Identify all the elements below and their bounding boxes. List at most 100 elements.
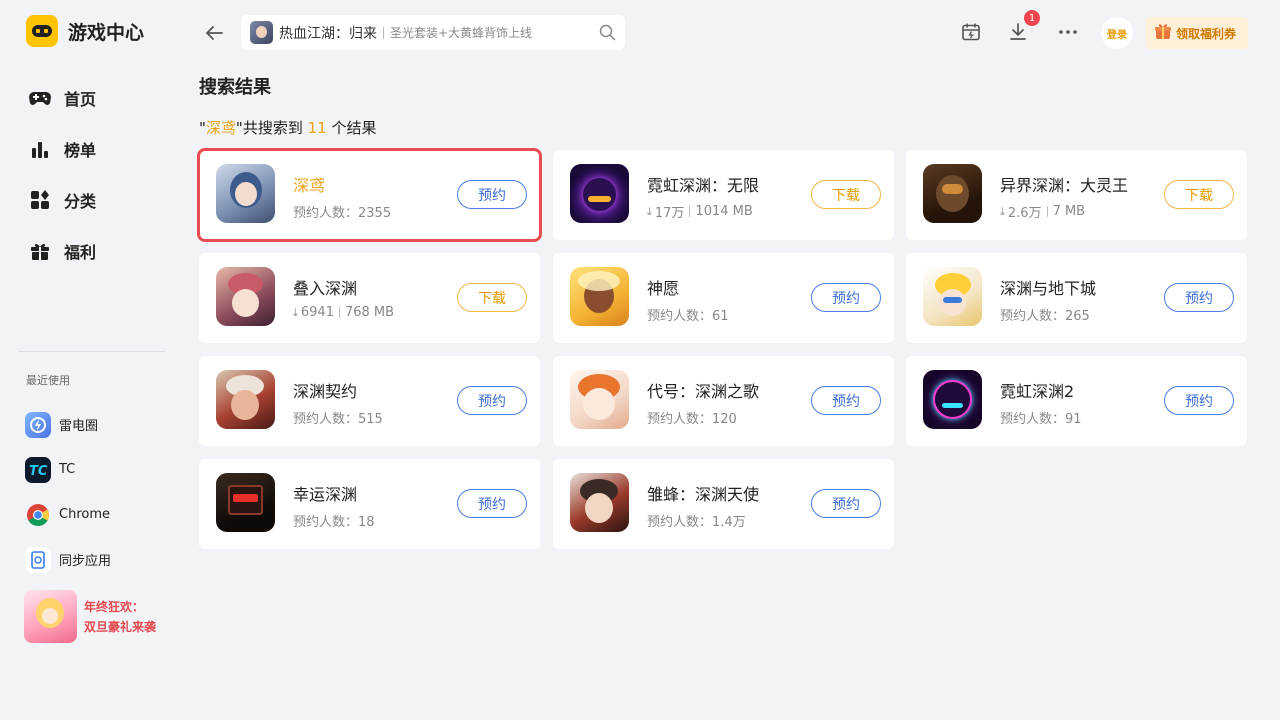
gift-icon xyxy=(28,239,52,263)
game-icon xyxy=(216,267,275,326)
reserve-button[interactable]: 预约 xyxy=(811,489,881,518)
sync-app-icon xyxy=(25,546,51,573)
sidebar-item-label: 首页 xyxy=(64,89,97,109)
sidebar-item-ranking[interactable]: 榜单 xyxy=(28,123,96,174)
chrome-icon xyxy=(25,502,51,528)
reserve-button[interactable]: 预约 xyxy=(457,489,527,518)
result-card[interactable]: 异界深渊：大灵王 ⤓ 2.6万 7 MB 下载 xyxy=(906,150,1247,240)
sidebar-item-category[interactable]: 分类 xyxy=(28,174,96,225)
game-name: 异界深渊：大灵王 xyxy=(1000,176,1129,195)
game-reservation-count: 预约人数：91 xyxy=(1000,412,1082,427)
promo-image xyxy=(24,590,77,643)
download-button[interactable]: 下载 xyxy=(811,180,881,209)
download-small-icon: ⤓ xyxy=(1000,204,1005,218)
game-icon xyxy=(923,370,982,429)
search-game-avatar xyxy=(250,21,273,44)
download-count-badge: 1 xyxy=(1024,10,1040,26)
result-card[interactable]: 叠入深渊 ⤓ 6941 768 MB 下载 xyxy=(199,253,540,343)
game-icon xyxy=(216,473,275,532)
search-suggestion-title: 热血江湖：归来 xyxy=(279,25,377,42)
result-card[interactable]: 霓虹深渊2 预约人数：91 预约 xyxy=(906,356,1247,446)
game-reservation-count: 预约人数：515 xyxy=(293,412,383,427)
game-reservation-count: 预约人数：265 xyxy=(1000,309,1090,324)
leidian-icon xyxy=(25,411,51,438)
sidebar-item-label: 分类 xyxy=(64,191,97,211)
game-icon xyxy=(216,370,275,429)
gift-box-icon xyxy=(1154,22,1172,44)
game-reservation-count: 预约人数：1.4万 xyxy=(647,515,746,530)
game-icon xyxy=(570,267,629,326)
download-button[interactable]: 下载 xyxy=(1164,180,1234,209)
search-suggestion-subtitle: 圣光套装+大黄蜂背饰上线 xyxy=(390,26,533,40)
result-card[interactable]: 霓虹深渊：无限 ⤓ 17万 1014 MB 下载 xyxy=(553,150,894,240)
sidebar-divider xyxy=(18,351,165,352)
reserve-button[interactable]: 预约 xyxy=(811,386,881,415)
more-icon[interactable] xyxy=(1056,20,1080,44)
game-name: 叠入深渊 xyxy=(293,279,358,298)
download-button[interactable]: 下载 xyxy=(457,283,527,312)
result-card[interactable]: 幸运深渊 预约人数：18 预约 xyxy=(199,459,540,549)
gamepad-icon xyxy=(28,86,52,110)
game-reservation-count: 预约人数：2355 xyxy=(293,206,392,221)
game-icon xyxy=(570,370,629,429)
sidebar-item-welfare[interactable]: 福利 xyxy=(28,225,96,276)
game-name: 代号：深渊之歌 xyxy=(647,382,760,401)
recent-item-label: 雷电圈 xyxy=(59,419,99,434)
reserve-button[interactable]: 预约 xyxy=(457,386,527,415)
recent-item-tc[interactable]: TC TC xyxy=(25,447,111,492)
coupon-label: 领取福利券 xyxy=(1176,26,1237,41)
sidebar-nav: 首页 榜单 分类 福利 xyxy=(28,72,96,276)
game-name: 深渊契约 xyxy=(293,382,358,401)
recent-item-leidian[interactable]: 雷电圈 xyxy=(25,402,111,447)
recent-item-chrome[interactable]: Chrome xyxy=(25,492,111,537)
game-name: 深渊与地下城 xyxy=(1000,279,1097,298)
recent-section-title: 最近使用 xyxy=(26,374,70,387)
search-icon[interactable] xyxy=(599,24,616,41)
app-title: 游戏中心 xyxy=(68,21,145,44)
game-name: 幸运深渊 xyxy=(293,485,358,504)
search-input[interactable]: 热血江湖：归来 圣光套装+大黄蜂背饰上线 xyxy=(241,15,625,50)
category-icon xyxy=(28,188,52,212)
game-icon xyxy=(570,473,629,532)
recent-item-label: Chrome xyxy=(59,507,110,522)
result-card[interactable]: 神愿 预约人数：61 预约 xyxy=(553,253,894,343)
game-icon xyxy=(923,267,982,326)
tc-icon: TC xyxy=(25,456,51,483)
game-stats: ⤓ 2.6万 7 MB xyxy=(1000,204,1086,221)
result-card[interactable]: 雏蜂：深渊天使 预约人数：1.4万 预约 xyxy=(553,459,894,549)
recent-apps-list: 雷电圈 TC TC Chrome 同步应用 xyxy=(25,402,111,582)
sidebar-item-label: 福利 xyxy=(64,242,97,262)
search-keyword: 深鸢 xyxy=(205,119,236,137)
result-count: 11 xyxy=(307,119,327,137)
game-stats: ⤓ 6941 768 MB xyxy=(293,305,395,320)
game-name: 深鸢 xyxy=(293,176,326,195)
sidebar-item-home[interactable]: 首页 xyxy=(28,72,96,123)
recent-item-label: TC xyxy=(59,462,76,477)
download-small-icon: ⤓ xyxy=(293,305,298,319)
reserve-button[interactable]: 预约 xyxy=(1164,283,1234,312)
result-card[interactable]: 深鸢 预约人数：2355 预约 xyxy=(197,148,542,242)
download-small-icon: ⤓ xyxy=(647,204,652,218)
promo-text: 年终狂欢： 双旦豪礼来袭 xyxy=(84,599,157,634)
reserve-button[interactable]: 预约 xyxy=(811,283,881,312)
svg-text:TC: TC xyxy=(29,464,48,478)
ranking-icon xyxy=(28,137,52,161)
calendar-icon[interactable] xyxy=(959,20,983,44)
result-summary: "深鸢"共搜索到 11 个结果 xyxy=(199,119,377,137)
game-stats: ⤓ 17万 1014 MB xyxy=(647,204,753,221)
claim-coupon-button[interactable]: 领取福利券 xyxy=(1146,17,1248,49)
game-name: 霓虹深渊：无限 xyxy=(647,176,760,195)
reserve-button[interactable]: 预约 xyxy=(1164,386,1234,415)
search-separator xyxy=(383,26,384,39)
result-card[interactable]: 深渊与地下城 预约人数：265 预约 xyxy=(906,253,1247,343)
reserve-button[interactable]: 预约 xyxy=(457,180,527,209)
result-card[interactable]: 代号：深渊之歌 预约人数：120 预约 xyxy=(553,356,894,446)
result-card[interactable]: 深渊契约 预约人数：515 预约 xyxy=(199,356,540,446)
promo-banner[interactable]: 年终狂欢： 双旦豪礼来袭 xyxy=(24,590,156,643)
recent-item-sync-app[interactable]: 同步应用 xyxy=(25,537,111,582)
game-reservation-count: 预约人数：18 xyxy=(293,515,375,530)
recent-item-label: 同步应用 xyxy=(59,554,112,569)
page-title: 搜索结果 xyxy=(199,77,271,98)
back-arrow-icon[interactable] xyxy=(203,22,225,44)
login-button[interactable]: 登录 xyxy=(1101,17,1133,49)
